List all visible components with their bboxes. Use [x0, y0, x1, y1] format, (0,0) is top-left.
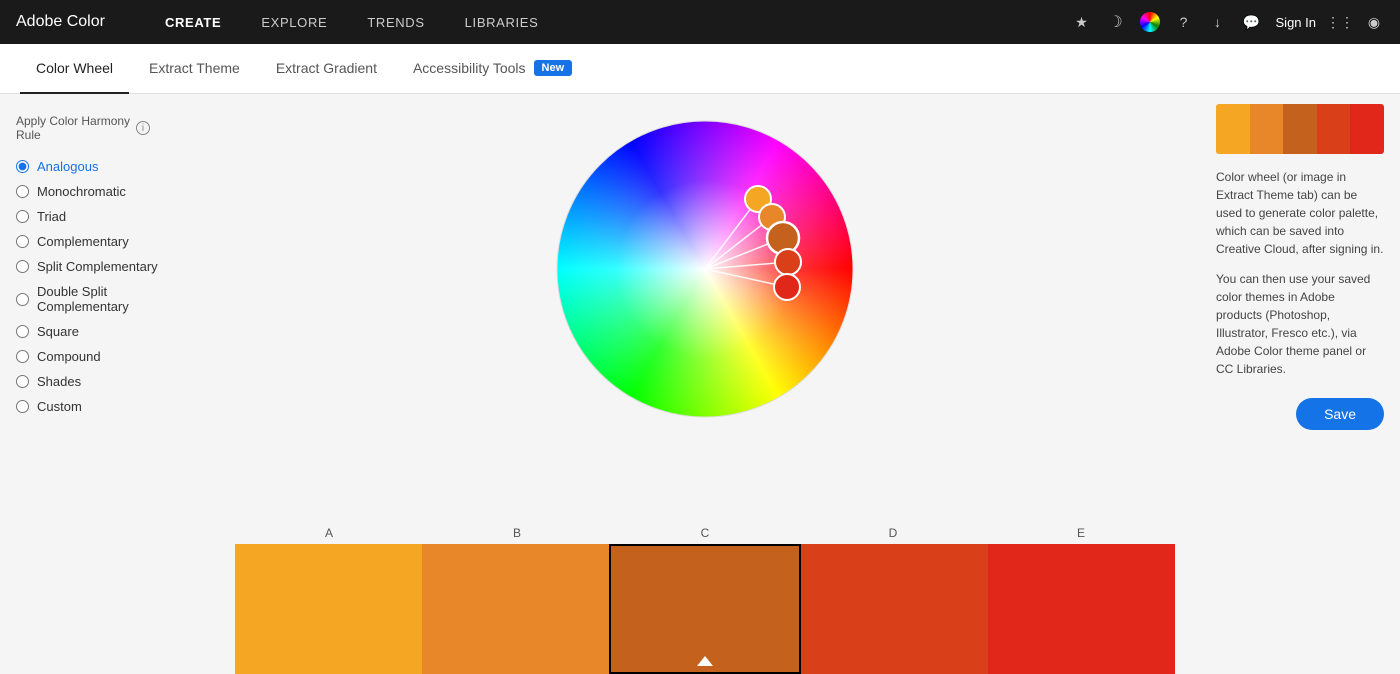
tab-accessibility-tools[interactable]: Accessibility Tools New — [397, 44, 588, 94]
nav-links: CREATE EXPLORE TRENDS LIBRARIES — [145, 0, 1072, 44]
radio-custom[interactable]: Custom — [16, 394, 194, 419]
swatch-a[interactable] — [235, 544, 422, 674]
nav-explore[interactable]: EXPLORE — [241, 0, 347, 44]
chat-icon[interactable]: 💬 — [1242, 12, 1262, 32]
nav-create[interactable]: CREATE — [145, 0, 241, 44]
swatches-row — [235, 544, 1175, 674]
nav-libraries[interactable]: LIBRARIES — [445, 0, 559, 44]
right-panel: Color wheel (or image in Extract Theme t… — [1200, 94, 1400, 674]
grid-icon[interactable]: ⋮⋮ — [1330, 12, 1350, 32]
palette-swatch-2 — [1250, 104, 1284, 154]
swatch-d[interactable] — [801, 544, 988, 674]
palette-swatch-4 — [1317, 104, 1351, 154]
tab-extract-theme[interactable]: Extract Theme — [133, 44, 256, 94]
colorwheel-icon[interactable] — [1140, 12, 1160, 32]
radio-analogous[interactable]: Analogous — [16, 154, 194, 179]
palette-swatch-3 — [1283, 104, 1317, 154]
star-icon[interactable]: ★ — [1072, 12, 1092, 32]
palette-preview — [1216, 104, 1384, 154]
panel-description-1: Color wheel (or image in Extract Theme t… — [1216, 168, 1384, 258]
apps-icon[interactable]: ◉ — [1364, 12, 1384, 32]
swatch-e[interactable] — [988, 544, 1175, 674]
panel-description-2: You can then use your saved color themes… — [1216, 270, 1384, 378]
save-button[interactable]: Save — [1296, 398, 1384, 430]
radio-split-complementary[interactable]: Split Complementary — [16, 254, 194, 279]
swatch-label-a: A — [235, 526, 423, 540]
center-area: A B C D E — [210, 94, 1200, 674]
sidebar: Apply Color HarmonyRule i AnalogousMonoc… — [0, 94, 210, 674]
moon-icon[interactable]: ☽ — [1106, 12, 1126, 32]
palette-swatch-5 — [1350, 104, 1384, 154]
sidebar-label: Apply Color HarmonyRule i — [16, 114, 194, 142]
radio-monochromatic[interactable]: Monochromatic — [16, 179, 194, 204]
radio-square[interactable]: Square — [16, 319, 194, 344]
info-icon[interactable]: i — [136, 121, 150, 135]
color-wheel[interactable] — [550, 114, 860, 424]
new-badge: New — [534, 60, 573, 76]
tab-extract-gradient[interactable]: Extract Gradient — [260, 44, 393, 94]
swatch-b[interactable] — [422, 544, 609, 674]
swatch-label-d: D — [799, 526, 987, 540]
radio-double-split[interactable]: Double Split Complementary — [16, 279, 194, 319]
radio-compound[interactable]: Compound — [16, 344, 194, 369]
swatch-c[interactable] — [609, 544, 800, 674]
main-layout: Apply Color HarmonyRule i AnalogousMonoc… — [0, 94, 1400, 674]
swatch-label-b: B — [423, 526, 611, 540]
nav-right: ★ ☽ ? ↓ 💬 Sign In ⋮⋮ ◉ — [1072, 12, 1384, 32]
top-nav: Adobe Color CREATE EXPLORE TRENDS LIBRAR… — [0, 0, 1400, 44]
nav-trends[interactable]: TRENDS — [347, 0, 444, 44]
tab-color-wheel[interactable]: Color Wheel — [20, 44, 129, 94]
swatch-label-e: E — [987, 526, 1175, 540]
swatches-area: A B C D E — [235, 526, 1175, 674]
help-icon[interactable]: ? — [1174, 12, 1194, 32]
swatch-label-c: C — [611, 526, 799, 540]
wheel-container[interactable] — [550, 114, 860, 424]
radio-complementary[interactable]: Complementary — [16, 229, 194, 254]
download-icon[interactable]: ↓ — [1208, 12, 1228, 32]
radio-list: AnalogousMonochromaticTriadComplementary… — [16, 154, 194, 419]
logo: Adobe Color — [16, 13, 105, 31]
sub-nav: Color Wheel Extract Theme Extract Gradie… — [0, 44, 1400, 94]
palette-swatch-1 — [1216, 104, 1250, 154]
swatch-labels: A B C D E — [235, 526, 1175, 540]
radio-triad[interactable]: Triad — [16, 204, 194, 229]
radio-shades[interactable]: Shades — [16, 369, 194, 394]
swatch-c-arrow — [697, 656, 713, 666]
signin-button[interactable]: Sign In — [1276, 15, 1316, 30]
